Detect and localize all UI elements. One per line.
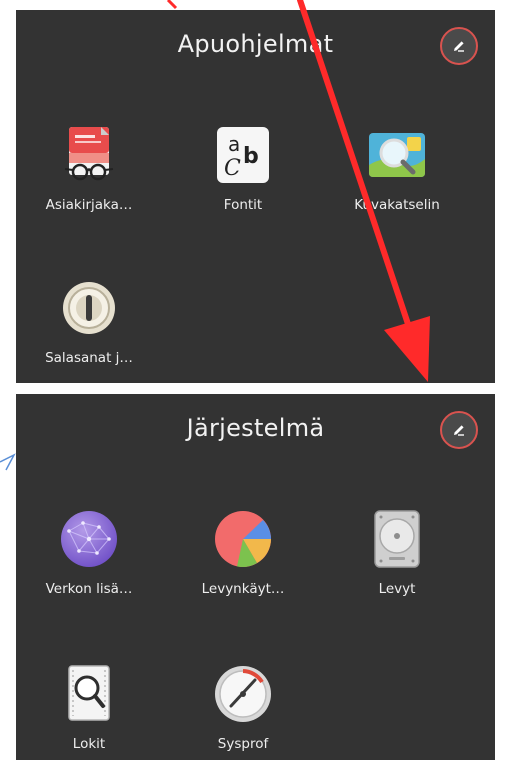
app-label: Kuvakatselin — [354, 197, 440, 213]
passwords-keys-icon — [63, 282, 115, 334]
network-connections-icon — [61, 511, 117, 567]
app-label: Levyt — [378, 581, 416, 597]
app-label: Salasanat j… — [45, 350, 133, 366]
app-label: Verkon lisä… — [45, 581, 133, 597]
logs-icon — [68, 665, 110, 721]
app-label: Levynkäyt… — [201, 581, 285, 597]
app-folder-accessories: Apuohjelmat Asiakirjaka… a C b Fontit Ku… — [16, 10, 495, 383]
app-tile-disk-usage[interactable]: Levynkäyt… — [170, 509, 316, 629]
app-tile-disks[interactable]: Levyt — [324, 509, 470, 629]
edit-folder-button[interactable] — [440, 27, 478, 65]
app-tile-fonts[interactable]: a C b Fontit — [170, 125, 316, 245]
disks-icon — [374, 510, 420, 568]
image-viewer-icon — [369, 133, 425, 177]
fonts-glyph-c: C — [224, 156, 241, 181]
fonts-icon: a C b — [217, 127, 269, 183]
app-tile-passwords[interactable]: Salasanat j… — [16, 278, 162, 398]
disk-usage-analyzer-icon — [215, 511, 271, 567]
app-folder-system: Järjestelmä Verkon lisä… Levynkäyt… Levy… — [16, 394, 495, 760]
app-label: Lokit — [72, 736, 106, 752]
app-tile-logs[interactable]: Lokit — [16, 664, 162, 784]
folder-title[interactable]: Järjestelmä — [16, 414, 495, 442]
fonts-glyph-b: b — [243, 144, 259, 169]
fonts-glyph-a: a — [228, 132, 240, 156]
app-label: Fontit — [223, 197, 263, 213]
pencil-icon — [454, 425, 464, 436]
app-tile-image-viewer[interactable]: Kuvakatselin — [324, 125, 470, 245]
app-tile-network[interactable]: Verkon lisä… — [16, 509, 162, 629]
document-viewer-icon — [64, 127, 114, 181]
app-tile-document-viewer[interactable]: Asiakirjaka… — [16, 125, 162, 245]
edit-folder-button[interactable] — [440, 411, 478, 449]
pencil-icon — [454, 41, 464, 52]
sysprof-icon — [215, 666, 271, 722]
folder-title[interactable]: Apuohjelmat — [16, 30, 495, 58]
app-label: Asiakirjaka… — [45, 197, 133, 213]
app-label: Sysprof — [217, 736, 269, 752]
app-tile-sysprof[interactable]: Sysprof — [170, 664, 316, 784]
